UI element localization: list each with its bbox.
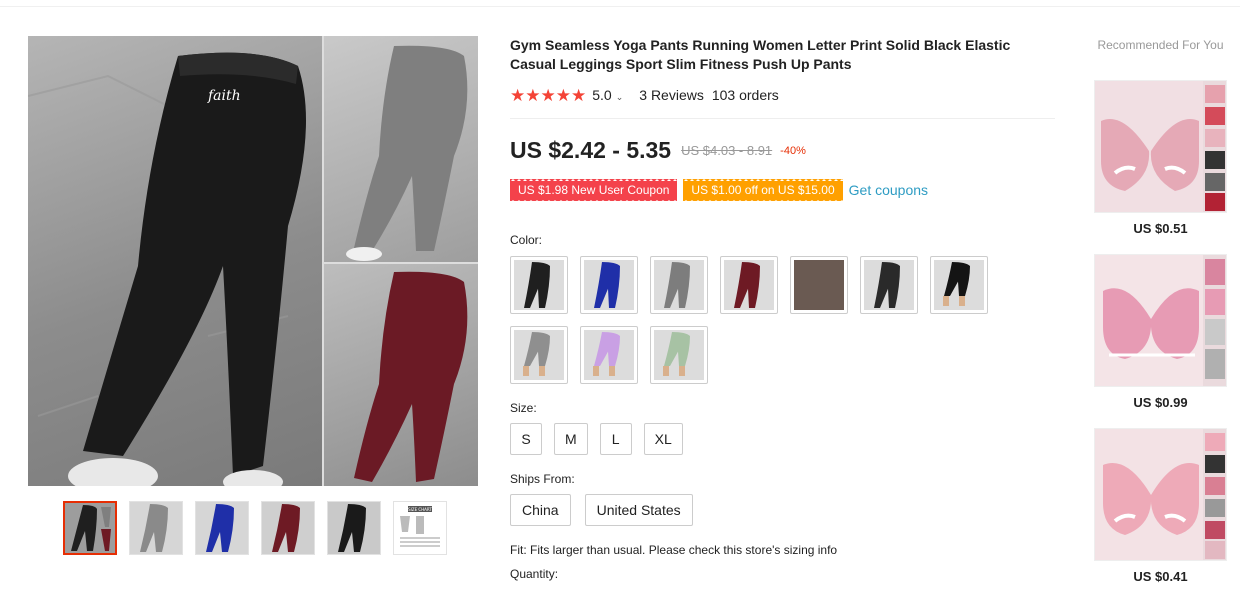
main-product-image[interactable]: faith — [28, 36, 478, 486]
size-option-xl[interactable]: XL — [643, 423, 683, 455]
ships-from-label: Ships From: — [510, 472, 575, 486]
color-swatch-printed[interactable] — [790, 256, 848, 314]
product-title: Gym Seamless Yoga Pants Running Women Le… — [510, 37, 1011, 72]
recommended-item-price: US $0.41 — [1133, 569, 1188, 584]
recommended-item-price: US $0.51 — [1133, 221, 1188, 236]
color-swatch-black-capri[interactable] — [930, 256, 988, 314]
rating-row: ★ ★ ★ ★ ★ 5.0 ⌄ 3 Reviews 103 orders — [510, 84, 779, 106]
size-option-m[interactable]: M — [554, 423, 588, 455]
recommended-item[interactable]: US $0.51 — [1094, 80, 1227, 236]
recommended-item-image[interactable] — [1094, 80, 1227, 213]
quantity-label: Quantity: — [510, 567, 559, 581]
color-swatch-black-mesh[interactable] — [860, 256, 918, 314]
star-icon: ★ — [510, 85, 526, 105]
gallery-print-text: faith — [207, 88, 241, 104]
recommended-title: Recommended For You — [1097, 38, 1224, 52]
color-swatch-wine-red[interactable] — [720, 256, 778, 314]
thumbnail-size-chart[interactable]: SIZE CHART — [393, 501, 447, 555]
thumbnail-gray[interactable] — [129, 501, 183, 555]
recommended-panel: Recommended For You US $0.51 US $0.99 US… — [1094, 36, 1227, 584]
thumbnail-strip: SIZE CHART — [63, 501, 447, 555]
store-coupon[interactable]: US $1.00 off on US $15.00 — [683, 178, 843, 202]
color-swatch-royal-blue[interactable] — [580, 256, 638, 314]
get-coupons-link[interactable]: Get coupons — [849, 182, 928, 198]
star-icon: ★ — [525, 85, 541, 105]
star-icon: ★ — [555, 85, 571, 105]
product-info: Gym Seamless Yoga Pants Running Women Le… — [510, 36, 1060, 581]
recommended-item-price: US $0.99 — [1133, 395, 1188, 410]
thumbnail-collage[interactable] — [63, 501, 117, 555]
recommended-item[interactable]: US $0.41 — [1094, 428, 1227, 584]
main-image-black-leggings: faith — [28, 36, 322, 486]
size-options: S M L XL — [510, 423, 683, 455]
star-icon: ★ — [540, 85, 556, 105]
fit-note: Fit: Fits larger than usual. Please chec… — [510, 543, 838, 557]
recommended-item-image[interactable] — [1094, 254, 1227, 387]
size-label: Size: — [510, 401, 537, 415]
thumbnail-black[interactable] — [327, 501, 381, 555]
new-user-coupon[interactable]: US $1.98 New User Coupon — [510, 178, 678, 202]
recommended-item[interactable]: US $0.99 — [1094, 254, 1227, 410]
coupon-row: US $1.98 New User Coupon US $1.00 off on… — [510, 178, 928, 202]
ships-from-options: China United States — [510, 494, 693, 526]
orders-count: 103 orders — [711, 87, 779, 103]
color-swatch-gray[interactable] — [650, 256, 708, 314]
product-image — [1095, 81, 1226, 212]
ships-from-china[interactable]: China — [510, 494, 571, 526]
price-row: US $2.42 - 5.35 US $4.03 - 8.91 -40% — [510, 137, 806, 164]
star-icon: ★ — [571, 85, 587, 105]
size-chart-text: SIZE CHART — [408, 507, 432, 512]
rating-value[interactable]: 5.0 ⌄ — [592, 87, 623, 103]
image-gray-leggings — [322, 36, 478, 262]
image-wine-leggings — [322, 262, 478, 486]
thumbnail-wine[interactable] — [261, 501, 315, 555]
reviews-link[interactable]: 3 Reviews — [639, 87, 704, 103]
original-price: US $4.03 - 8.91 — [681, 143, 773, 158]
recommended-item-image[interactable] — [1094, 428, 1227, 561]
color-swatch-lilac-capri[interactable] — [580, 326, 638, 384]
thumbnail-blue[interactable] — [195, 501, 249, 555]
current-price: US $2.42 - 5.35 — [510, 137, 672, 163]
product-image — [1095, 429, 1226, 560]
ships-from-united-states[interactable]: United States — [584, 494, 693, 526]
rating-stars: ★ ★ ★ ★ ★ — [510, 87, 586, 104]
size-option-l[interactable]: L — [599, 423, 632, 455]
divider — [510, 118, 1055, 119]
color-label: Color: — [510, 233, 543, 247]
color-swatch-mint-capri[interactable] — [650, 326, 708, 384]
top-divider — [0, 6, 1240, 7]
color-swatch-black[interactable] — [510, 256, 568, 314]
color-swatches — [510, 256, 1000, 384]
size-option-s[interactable]: S — [510, 423, 542, 455]
discount-badge: -40% — [780, 144, 806, 157]
chevron-down-icon: ⌄ — [615, 92, 624, 102]
color-swatch-gray-capri[interactable] — [510, 326, 568, 384]
product-image — [1095, 255, 1226, 386]
